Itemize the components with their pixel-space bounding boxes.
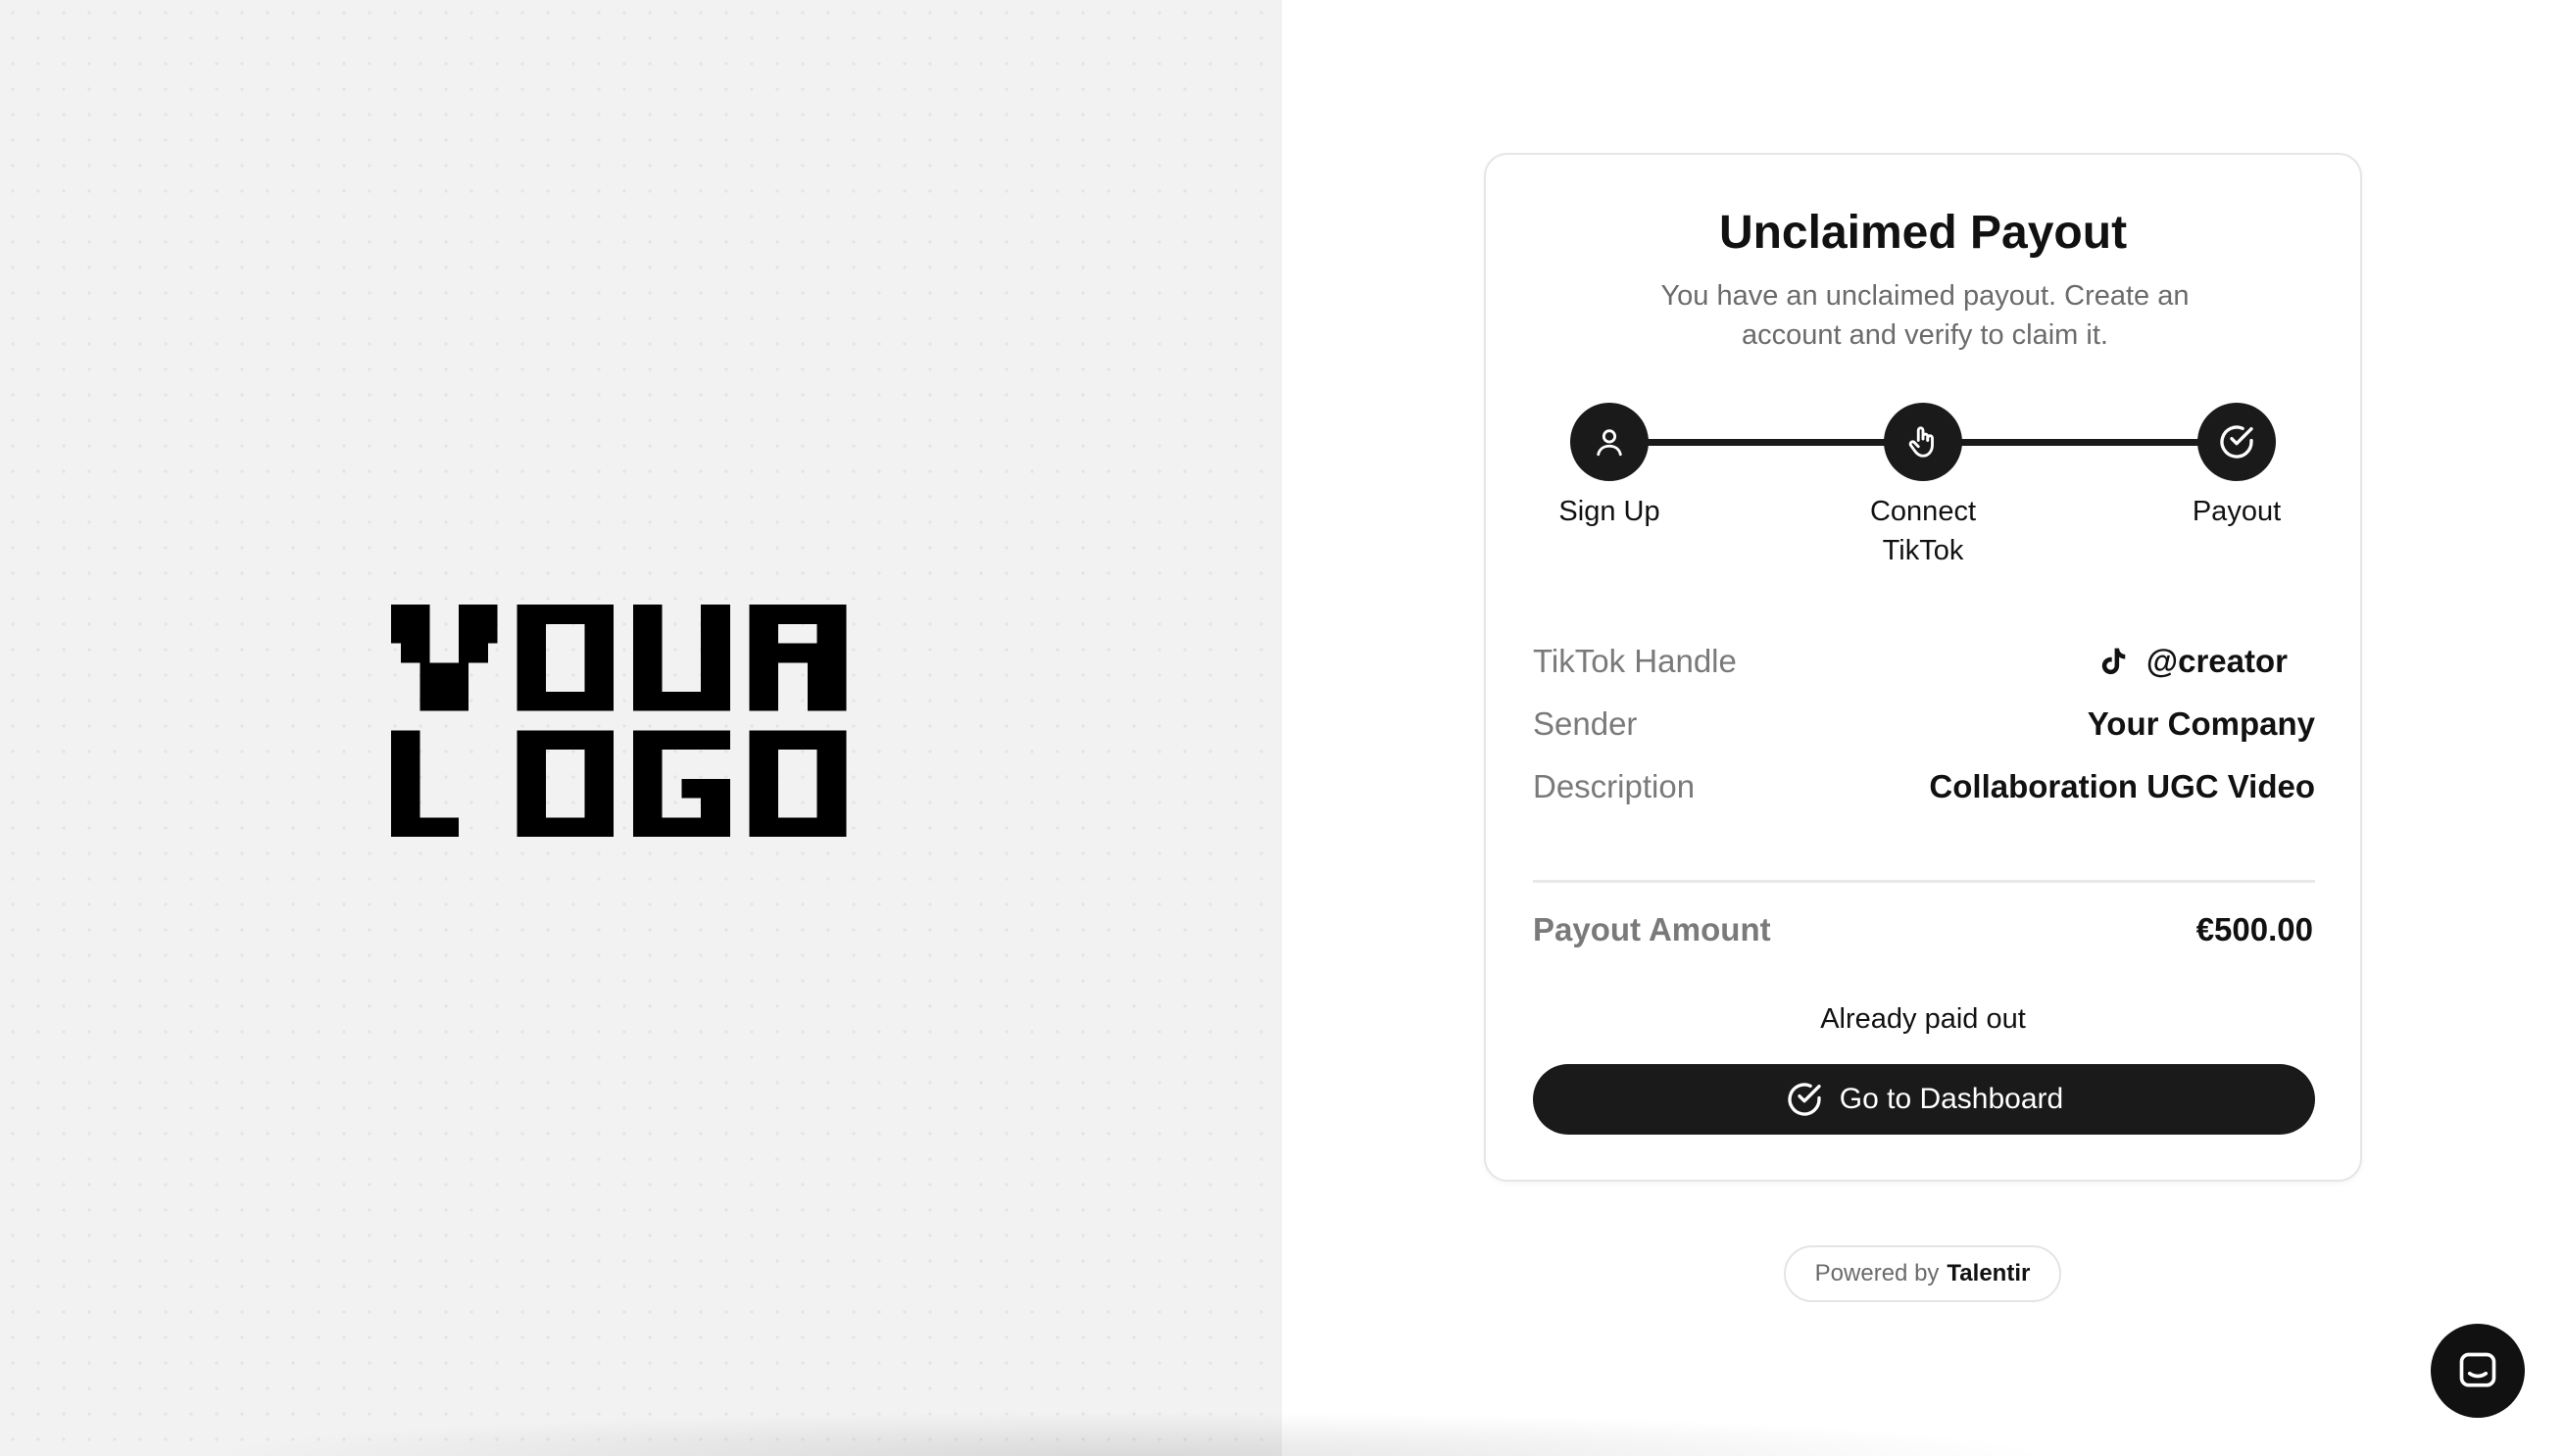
detail-label: Sender	[1533, 705, 1638, 742]
payout-amount-label: Payout Amount	[1533, 911, 1771, 947]
detail-row-sender: Sender Your Company	[1533, 700, 2315, 749]
left-panel	[0, 0, 1282, 1456]
powered-by-prefix: Powered by	[1814, 1260, 1940, 1286]
pointer-hand-icon	[1908, 426, 1934, 458]
check-circle-icon	[2220, 425, 2253, 459]
step-connector	[1923, 439, 2237, 446]
tiktok-handle: @creator	[2145, 643, 2288, 679]
check-circle-icon	[1788, 1083, 1821, 1116]
step-connector	[1609, 439, 1923, 446]
step-connect-tiktok	[1884, 403, 1962, 481]
detail-value: Collaboration UGC Video	[1929, 768, 2315, 804]
button-label: Go to Dashboard	[1839, 1083, 2064, 1115]
payout-card: Unclaimed Payout You have an unclaimed p…	[1484, 153, 2362, 1182]
chat-icon	[2459, 1352, 2496, 1387]
powered-by-brand: Talentir	[1947, 1260, 2031, 1286]
payout-status: Already paid out	[1820, 1003, 2026, 1035]
payout-amount-value: €500.00	[2195, 911, 2313, 947]
divider	[1533, 880, 2315, 883]
detail-value: @creator	[2097, 637, 2288, 686]
your-logo	[391, 605, 847, 838]
step-label: Sign Up	[1558, 496, 1660, 527]
detail-row-description: Description Collaboration UGC Video	[1533, 762, 2315, 811]
go-to-dashboard-button[interactable]: Go to Dashboard	[1533, 1064, 2315, 1135]
detail-label: Description	[1533, 768, 1696, 804]
powered-by-badge[interactable]: Powered by Talentir	[1784, 1245, 2061, 1302]
progress-stepper: Sign Up Connect TikTok Payout	[1486, 155, 2360, 586]
detail-value: Your Company	[2087, 705, 2315, 742]
user-icon	[1597, 429, 1622, 457]
step-label: Payout	[2192, 496, 2282, 527]
detail-label: TikTok Handle	[1533, 643, 1737, 679]
tiktok-icon	[2101, 648, 2126, 675]
step-sign-up	[1570, 403, 1649, 481]
step-label: Connect TikTok	[1869, 496, 1976, 566]
detail-row-tiktok-handle: TikTok Handle @creator	[1533, 637, 2315, 686]
chat-launcher-button[interactable]	[2431, 1324, 2525, 1418]
step-payout	[2197, 403, 2276, 481]
